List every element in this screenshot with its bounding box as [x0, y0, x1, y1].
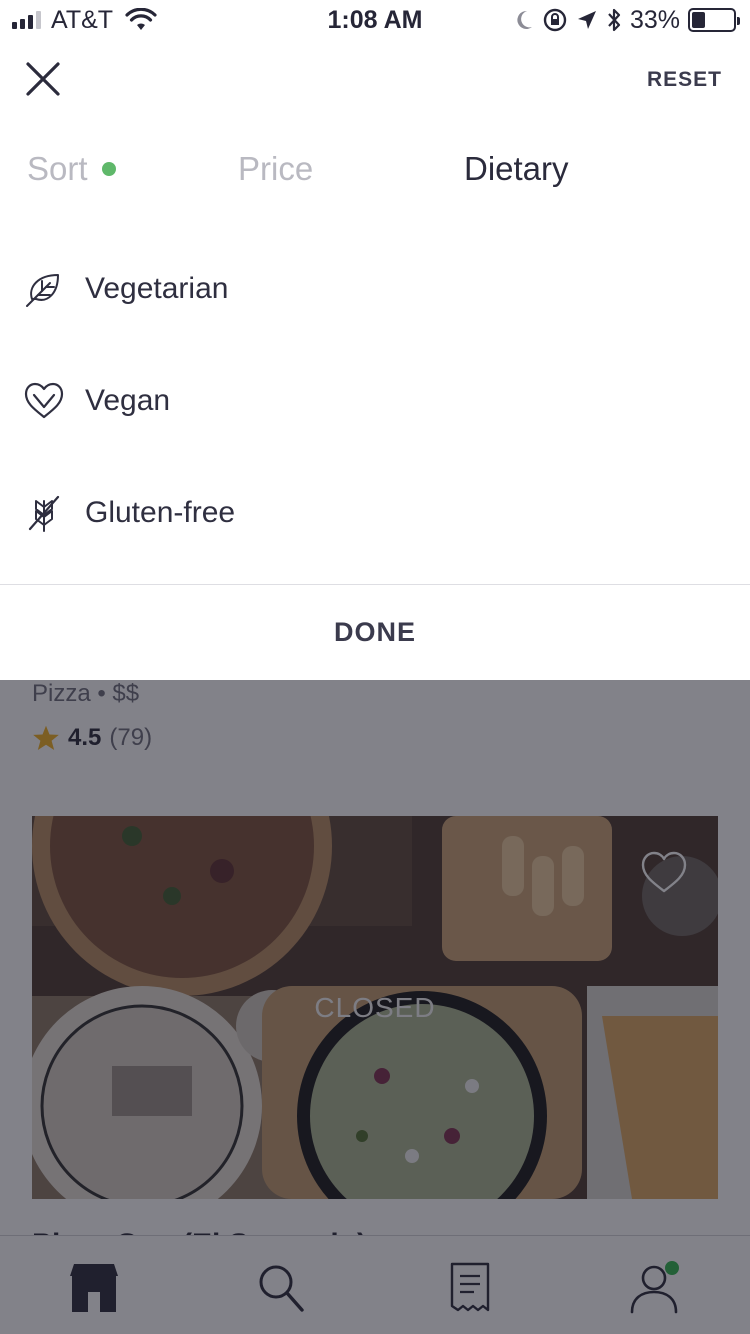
option-label: Vegetarian	[85, 272, 229, 305]
star-icon	[33, 725, 59, 751]
cuisine-price: Pizza • $$	[32, 680, 140, 707]
restaurant-photo[interactable]: CLOSED	[32, 816, 718, 1199]
rating-row: 4.5 (79)	[32, 724, 152, 752]
option-label: Vegan	[85, 384, 171, 417]
tab-dietary-label: Dietary	[464, 150, 569, 187]
closed-status: CLOSED	[314, 992, 436, 1023]
sort-active-indicator	[101, 162, 116, 176]
tab-sort-label: Sort	[27, 150, 88, 187]
tab-dietary[interactable]: Dietary	[464, 150, 569, 188]
moon-icon	[517, 10, 532, 29]
rating-value: 4.5	[68, 724, 102, 751]
gluten-free-icon	[28, 495, 60, 532]
store-icon[interactable]	[64, 1260, 124, 1316]
option-vegan[interactable]: Vegan	[24, 371, 170, 431]
battery-icon	[688, 8, 740, 32]
restaurant-feed: Pizza • $$ 4.5 (79) CLOSED	[0, 680, 750, 1334]
tab-price[interactable]: Price	[238, 150, 313, 188]
status-right: 33%	[514, 5, 740, 34]
filter-tabs: Sort Price Dietary	[0, 150, 750, 202]
review-count: (79)	[109, 724, 153, 751]
close-icon[interactable]	[22, 58, 64, 100]
bluetooth-icon	[608, 8, 621, 32]
battery-percent: 33%	[629, 5, 680, 34]
reset-button[interactable]: RESET	[647, 68, 722, 92]
search-icon[interactable]	[252, 1260, 312, 1316]
leaf-icon	[26, 274, 59, 307]
location-arrow-icon	[577, 11, 596, 29]
option-gluten-free[interactable]: Gluten-free	[24, 483, 235, 543]
account-icon[interactable]	[626, 1260, 686, 1316]
favorite-heart-icon[interactable]	[640, 850, 688, 894]
receipt-icon[interactable]	[440, 1260, 500, 1316]
tab-sort[interactable]: Sort	[27, 150, 116, 188]
done-button[interactable]: DONE	[0, 585, 750, 680]
heart-leaf-icon	[24, 382, 64, 419]
tab-price-label: Price	[238, 150, 314, 187]
rotation-lock-icon	[543, 8, 567, 32]
bottom-tab-bar	[0, 1235, 750, 1334]
status-bar: AT&T 1:08 AM 33%	[0, 0, 750, 40]
option-vegetarian[interactable]: Vegetarian	[24, 259, 228, 319]
filter-sheet: RESET Sort Price Dietary Vegetarian Vega…	[0, 40, 750, 680]
account-badge	[665, 1261, 679, 1275]
battery-level	[692, 12, 706, 28]
option-label: Gluten-free	[85, 496, 236, 529]
